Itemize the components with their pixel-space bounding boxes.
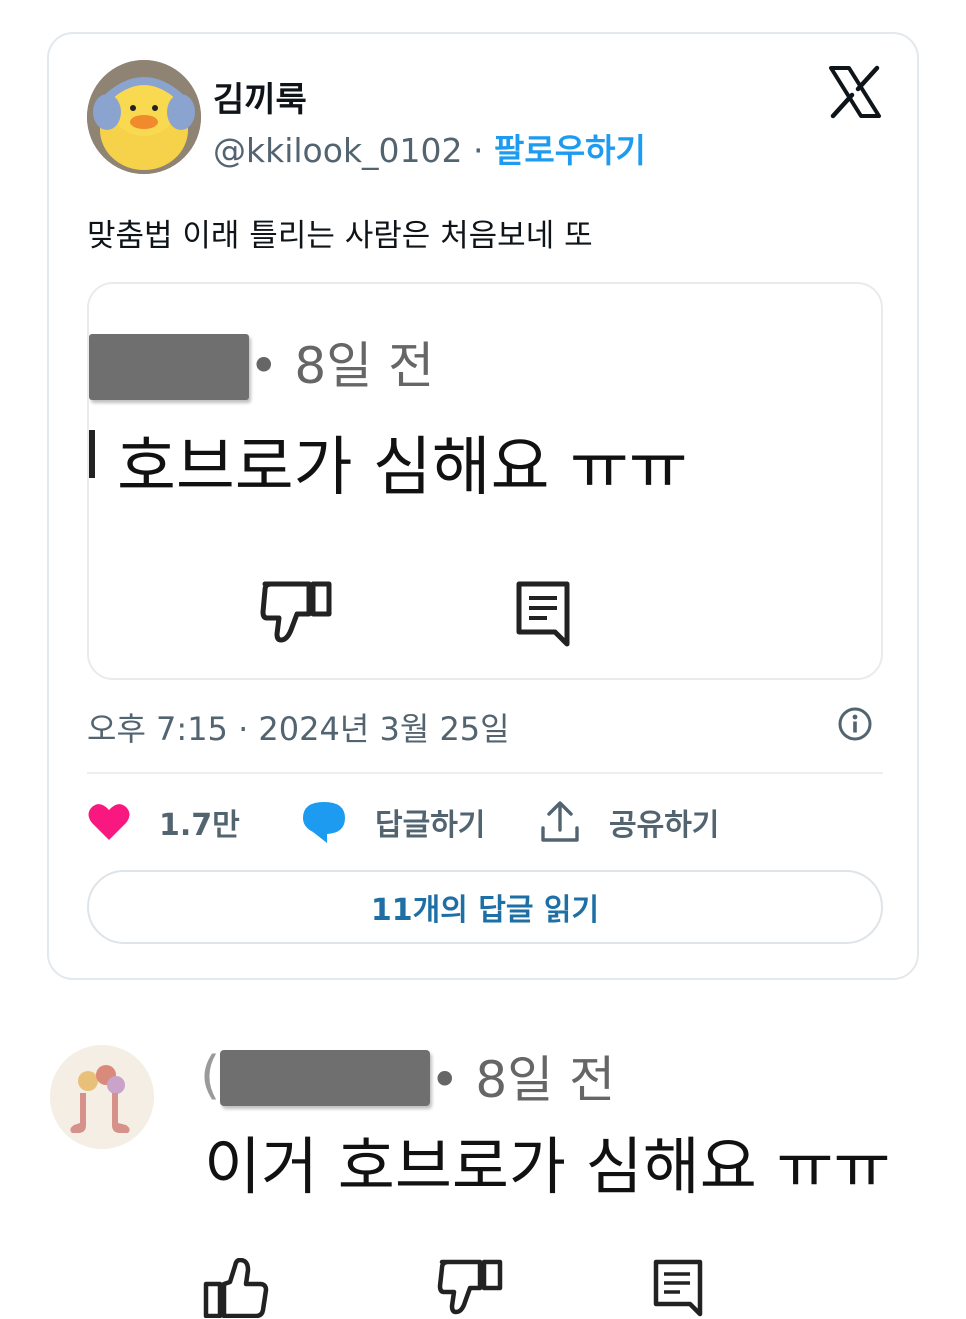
follow-button[interactable]: 팔로우하기 [494, 131, 646, 170]
share-icon [541, 801, 579, 842]
comment-icon[interactable] [652, 1258, 704, 1318]
read-replies-button[interactable]: 11개의 답글 읽기 [87, 870, 883, 944]
action-bar: 1.7만 답글하기 공유하기 [87, 796, 883, 848]
quoted-comment-image[interactable]: • 8일 전 호브로가 심해요 ㅠㅠ [87, 282, 883, 680]
reply-icon [303, 802, 345, 843]
like-icon[interactable] [200, 1258, 270, 1318]
like-action[interactable]: 1.7만 [87, 796, 240, 848]
share-action[interactable]: 공유하기 [539, 796, 719, 848]
commenter-avatar[interactable] [50, 1045, 154, 1149]
comment-time: • 8일 전 [430, 1051, 616, 1109]
redacted-username [89, 334, 249, 400]
dislike-icon[interactable] [436, 1258, 506, 1318]
quoted-time: • 8일 전 [249, 337, 435, 395]
redacted-username-paren: ( [200, 1046, 221, 1106]
like-count: 1.7만 [159, 808, 240, 843]
heart-icon [88, 804, 130, 840]
divider [87, 772, 883, 774]
quoted-text: 호브로가 심해요 ㅠㅠ [117, 431, 688, 505]
text-cursor-fragment [89, 430, 95, 478]
author-name[interactable]: 김끼룩 [213, 72, 307, 121]
comment-text: 이거 호브로가 심해요 ㅠㅠ [204, 1130, 891, 1203]
comment-icon [516, 581, 570, 647]
reply-label: 답글하기 [375, 808, 486, 843]
info-icon[interactable] [837, 706, 873, 742]
share-label: 공유하기 [609, 808, 720, 843]
x-logo-icon[interactable] [827, 64, 883, 120]
dislike-icon [260, 581, 332, 643]
redacted-commenter-name [220, 1050, 430, 1106]
author-avatar[interactable] [87, 60, 201, 174]
author-handle[interactable]: @kkilook_0102 [213, 131, 463, 170]
handle-row: @kkilook_0102 · 팔로우하기 [213, 124, 646, 172]
reply-action[interactable]: 답글하기 [301, 796, 485, 848]
tweet-timestamp[interactable]: 오후 7:15 · 2024년 3월 25일 [87, 704, 510, 750]
tweet-text: 맞춤법 이래 틀리는 사람은 처음보네 또 [87, 218, 593, 254]
handle-separator: · [462, 131, 495, 170]
embedded-tweet-card: 김끼룩 @kkilook_0102 · 팔로우하기 맞춤법 이래 틀리는 사람은… [47, 32, 919, 980]
